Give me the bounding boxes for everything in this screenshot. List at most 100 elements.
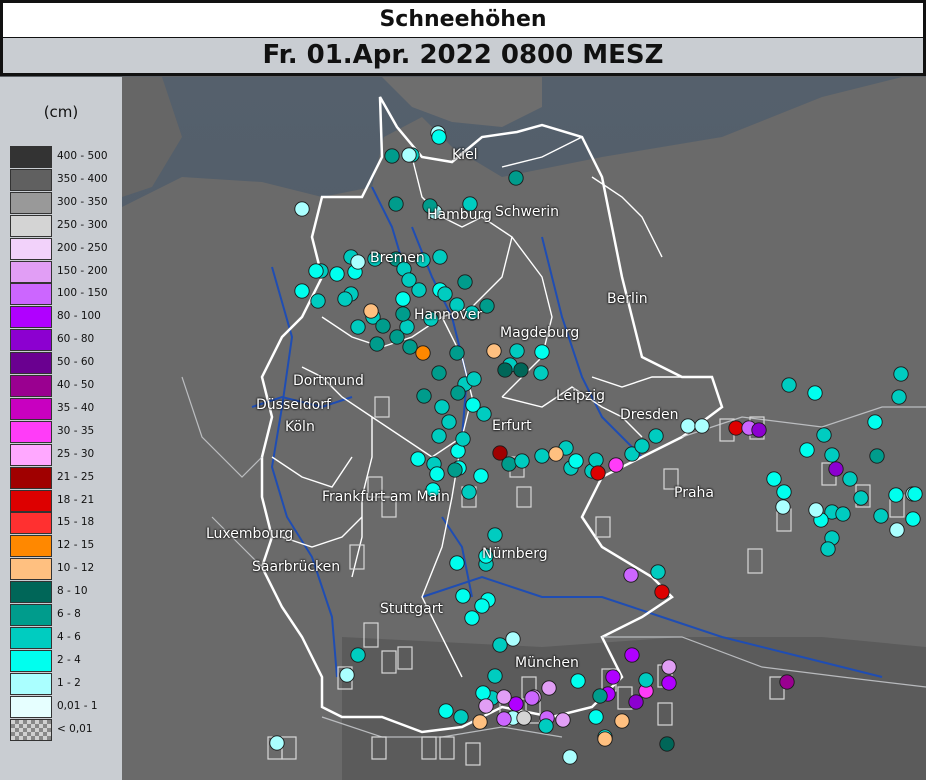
station-marker <box>434 399 450 415</box>
legend-class-label: 1 - 2 <box>57 676 81 689</box>
station-marker <box>447 462 463 478</box>
station-marker <box>592 688 608 704</box>
station-marker <box>820 541 836 557</box>
station-marker <box>891 389 907 405</box>
station-marker <box>486 343 502 359</box>
station-marker <box>416 388 432 404</box>
station-marker <box>605 669 621 685</box>
city-label: Praha <box>674 485 714 501</box>
station-marker <box>680 418 696 434</box>
station-marker <box>505 631 521 647</box>
legend-class-label: 100 - 150 <box>57 287 108 300</box>
legend-row: 400 - 500 <box>10 146 122 168</box>
station-marker <box>597 731 613 747</box>
station-marker <box>339 667 355 683</box>
station-marker <box>776 484 792 500</box>
station-marker <box>570 673 586 689</box>
city-label: Magdeburg <box>500 325 580 341</box>
legend-row: 8 - 10 <box>10 581 122 604</box>
city-label: Dresden <box>620 407 679 423</box>
station-marker <box>395 291 411 307</box>
city-label: Düsseldorf <box>256 397 331 413</box>
city-label: Nürnberg <box>482 546 548 562</box>
station-marker <box>337 291 353 307</box>
legend-swatch <box>10 512 52 535</box>
legend-row: 12 - 15 <box>10 535 122 558</box>
map-area: Kiel Hamburg Schwerin Bremen Berlin Hannover M… <box>122 77 926 780</box>
legend-row: 15 - 18 <box>10 512 122 535</box>
legend-swatch <box>10 146 52 168</box>
legend-class-label: 250 - 300 <box>57 218 108 231</box>
legend-row: 60 - 80 <box>10 329 122 352</box>
legend-row: 1 - 2 <box>10 672 122 695</box>
city-label: Berlin <box>607 291 648 307</box>
city-label: Hamburg <box>427 207 492 223</box>
station-marker <box>294 201 310 217</box>
legend-unit-label: (cm) <box>43 103 79 121</box>
legend-row: 150 - 200 <box>10 260 122 283</box>
legend-swatch <box>10 191 52 214</box>
map-subtitle: Fr. 01.Apr. 2022 0800 MESZ <box>0 38 926 76</box>
station-marker <box>401 147 417 163</box>
station-marker <box>432 249 448 265</box>
station-marker <box>661 675 677 691</box>
station-marker <box>624 647 640 663</box>
station-marker <box>869 448 885 464</box>
legend-row: 200 - 250 <box>10 237 122 260</box>
legend-row: 40 - 50 <box>10 375 122 397</box>
legend-row: 35 - 40 <box>10 397 122 420</box>
legend-swatch <box>10 558 52 581</box>
legend-swatch <box>10 466 52 489</box>
station-marker <box>623 567 639 583</box>
legend-swatch <box>10 718 52 741</box>
station-marker <box>476 406 492 422</box>
legend-swatch <box>10 649 52 672</box>
city-label: Leipzig <box>556 388 606 404</box>
legend-swatch <box>10 581 52 604</box>
station-marker <box>842 471 858 487</box>
station-marker <box>431 428 447 444</box>
station-marker <box>437 286 453 302</box>
station-marker <box>513 362 529 378</box>
legend-swatch <box>10 420 52 443</box>
legend-class-label: 400 - 500 <box>57 150 108 162</box>
city-label: Frankfurt am Main <box>322 489 450 505</box>
station-marker <box>475 685 491 701</box>
station-marker <box>410 451 426 467</box>
legend-class-label: 12 - 15 <box>57 539 95 552</box>
station-marker <box>766 471 782 487</box>
legend-row: < 0,01 <box>10 718 122 741</box>
legend-row: 0,01 - 1 <box>10 695 122 718</box>
station-marker <box>751 422 767 438</box>
station-marker <box>388 196 404 212</box>
legend-class-label: 40 - 50 <box>57 379 95 391</box>
legend-row: 21 - 25 <box>10 466 122 489</box>
station-marker <box>402 339 418 355</box>
station-marker <box>496 689 512 705</box>
station-marker <box>496 711 512 727</box>
station-marker <box>478 698 494 714</box>
station-marker <box>799 442 815 458</box>
station-marker <box>533 365 549 381</box>
station-marker <box>449 345 465 361</box>
station-marker <box>492 637 508 653</box>
station-marker <box>661 659 677 675</box>
legend-swatch <box>10 329 52 352</box>
legend-class-label: 150 - 200 <box>57 264 108 277</box>
city-label: Köln <box>285 419 315 435</box>
station-marker <box>431 129 447 145</box>
station-marker <box>650 564 666 580</box>
city-label: München <box>515 655 579 671</box>
station-marker <box>648 428 664 444</box>
legend-class-label: 21 - 25 <box>57 470 95 483</box>
station-marker <box>350 319 366 335</box>
legend-class-label: 200 - 250 <box>57 241 108 254</box>
station-marker <box>501 456 517 472</box>
legend-class-label: 300 - 350 <box>57 195 108 208</box>
station-marker <box>389 329 405 345</box>
station-marker <box>514 453 530 469</box>
legend-swatch <box>10 237 52 260</box>
station-marker <box>538 718 554 734</box>
legend-class-label: 18 - 21 <box>57 493 95 506</box>
station-marker <box>369 336 385 352</box>
